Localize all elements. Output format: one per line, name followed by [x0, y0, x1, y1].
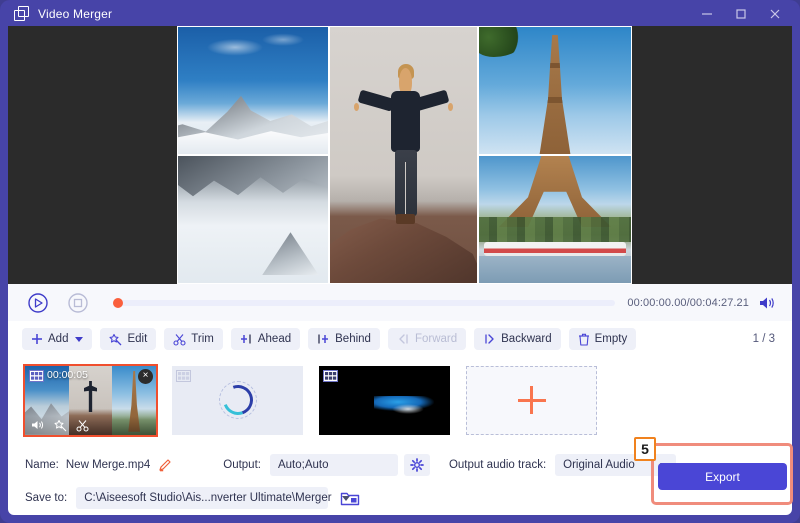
add-button[interactable]: Add	[22, 328, 93, 350]
insert-behind-icon	[317, 333, 330, 345]
clip-1-duration: 00:00:05	[47, 368, 88, 381]
windows-stack-icon	[14, 6, 29, 21]
move-backward-icon	[483, 333, 496, 345]
trash-icon	[578, 333, 590, 346]
behind-button-label: Behind	[335, 333, 371, 345]
minimize-button[interactable]	[690, 0, 724, 27]
window-controls	[690, 0, 792, 27]
pencil-icon[interactable]	[158, 458, 172, 472]
plus-icon	[31, 333, 43, 345]
time-display: 00:00:00.00/00:04:27.21	[627, 296, 749, 309]
app-title: Video Merger	[38, 6, 113, 21]
collage-column-right	[478, 26, 632, 284]
clip-2[interactable]	[172, 365, 303, 435]
film-strip-icon	[323, 369, 338, 382]
clip-1-remove-button[interactable]: ×	[138, 368, 153, 384]
player-bar: 00:00:00.00/00:04:27.21	[8, 284, 792, 321]
step-badge-5: 5	[634, 437, 656, 461]
ahead-button-label: Ahead	[257, 333, 292, 345]
collage-column-left	[177, 26, 329, 284]
behind-button[interactable]: Behind	[308, 328, 380, 350]
preview-area[interactable]	[8, 26, 792, 284]
close-button[interactable]	[758, 0, 792, 27]
name-value: New Merge.mp4	[65, 459, 151, 471]
empty-button[interactable]: Empty	[568, 328, 637, 350]
forward-button-label: Forward	[414, 333, 458, 345]
backward-button-label: Backward	[501, 333, 552, 345]
clip-3[interactable]	[319, 365, 450, 435]
gear-icon[interactable]	[403, 454, 430, 476]
maximize-button[interactable]	[724, 0, 758, 27]
add-button-label: Add	[48, 333, 69, 345]
audio-track-label: Output audio track:	[448, 459, 547, 471]
preview-cell-mountain-top	[177, 26, 329, 155]
preview-cell-mountain-bottom	[177, 155, 329, 284]
insert-ahead-icon	[240, 333, 253, 345]
name-label: Name:	[25, 459, 59, 471]
export-button[interactable]: Export	[658, 463, 787, 490]
scissors-icon	[173, 333, 186, 346]
edit-toolbar: Add Edit Trim Ahead Behind Forward Backw…	[8, 321, 792, 357]
play-icon[interactable]	[25, 290, 51, 316]
stop-icon[interactable]	[65, 290, 91, 316]
seek-track	[113, 299, 616, 306]
edit-button[interactable]: Edit	[100, 328, 157, 350]
save-to-path-select[interactable]: C:\Aiseesoft Studio\Ais...nverter Ultima…	[76, 487, 350, 509]
volume-icon[interactable]	[758, 293, 778, 313]
output-label: Output:	[223, 459, 261, 471]
title-bar: Video Merger	[0, 0, 800, 27]
plus-icon	[517, 386, 546, 414]
ahead-button[interactable]: Ahead	[230, 328, 301, 350]
clip-1-tools	[25, 415, 156, 435]
trim-button-label: Trim	[191, 333, 214, 345]
preview-cell-eiffel-top	[478, 26, 632, 155]
clip-1[interactable]: 00:00:05 ×	[23, 363, 158, 437]
forward-button[interactable]: Forward	[387, 328, 467, 350]
volume-icon[interactable]	[31, 419, 45, 431]
clip-add-placeholder[interactable]	[466, 365, 597, 435]
save-to-label: Save to:	[25, 492, 68, 504]
chevron-down-icon[interactable]	[75, 336, 84, 342]
save-to-value: C:\Aiseesoft Studio\Ais...nverter Ultima…	[84, 492, 332, 504]
film-strip-icon	[176, 369, 191, 382]
seek-playhead[interactable]	[113, 297, 123, 308]
scissors-icon[interactable]	[76, 419, 89, 432]
audio-track-value: Original Audio	[563, 459, 635, 471]
clip-strip: 00:00:05 ×	[8, 357, 792, 443]
output-format-field[interactable]: Auto;Auto	[269, 454, 398, 476]
folder-icon[interactable]	[337, 487, 363, 509]
preview-cell-man-jumping	[329, 26, 478, 284]
preview-cell-eiffel-bottom	[478, 155, 632, 284]
magic-wand-icon	[109, 333, 122, 346]
film-strip-icon	[29, 369, 44, 382]
video-merger-window: Video Merger 00:00:00.00/00:04:27.21 Add…	[0, 0, 800, 523]
magic-wand-icon[interactable]	[54, 419, 67, 432]
move-forward-icon	[397, 333, 410, 345]
collage-column-middle	[329, 26, 478, 284]
seek-bar[interactable]	[113, 297, 616, 308]
preview-collage	[177, 26, 632, 284]
backward-button[interactable]: Backward	[474, 328, 561, 350]
edit-button-label: Edit	[127, 333, 148, 345]
trim-button[interactable]: Trim	[164, 328, 223, 350]
page-indicator: 1 / 3	[752, 333, 775, 345]
empty-button-label: Empty	[594, 333, 628, 345]
